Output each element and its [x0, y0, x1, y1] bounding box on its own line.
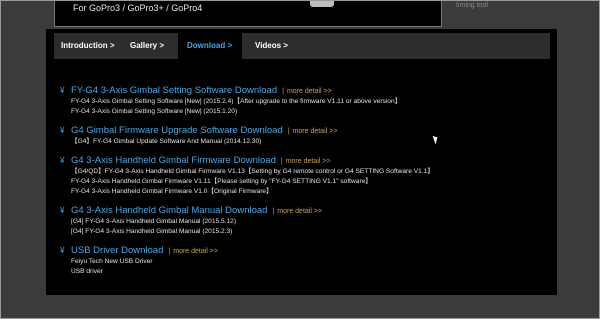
tab-download[interactable]: Download > — [178, 33, 242, 59]
chevron-double-down-icon: ¥ — [60, 206, 65, 215]
download-section: ¥ USB Driver Download | more detail >> F… — [60, 245, 218, 277]
chevron-double-down-icon: ¥ — [60, 86, 65, 95]
tab-videos[interactable]: Videos > — [255, 33, 288, 59]
download-section: ¥ G4 3-Axis Handheld Gimbal Manual Downl… — [60, 205, 322, 237]
tab-bar: Introduction > Gallery > Download > Vide… — [54, 33, 550, 59]
product-banner: For GoPro3 / GoPro3+ / GoPro4 — [54, 1, 442, 27]
side-caption: timing tool — [456, 2, 488, 9]
download-section: ¥ G4 Gimbal Firmware Upgrade Software Do… — [60, 125, 337, 147]
download-item[interactable]: 【G4/QD】FY-G4 3-Axis Handheld Gimbal Firm… — [71, 167, 434, 177]
chevron-double-down-icon: ¥ — [60, 126, 65, 135]
separator: | — [287, 128, 290, 135]
separator: | — [272, 208, 275, 215]
more-detail-link[interactable]: more detail >> — [173, 248, 218, 255]
main-content: Introduction > Gallery > Download > Vide… — [46, 29, 557, 295]
more-detail-link[interactable]: more detail >> — [293, 128, 338, 135]
section-title[interactable]: USB Driver Download — [71, 245, 163, 256]
download-item[interactable]: FY-G4 3-Axis Handheld Gimbal Firmware V1… — [71, 177, 434, 187]
section-title[interactable]: FY-G4 3-Axis Gimbal Setting Software Dow… — [71, 85, 277, 96]
download-item[interactable]: FY-G4 3-Axis Gimbal Setting Software [Ne… — [71, 107, 401, 117]
download-item[interactable]: FY-G4 3-Axis Handheld Gimbal Firmware V1… — [71, 187, 434, 197]
separator: | — [280, 158, 283, 165]
chevron-double-down-icon: ¥ — [60, 156, 65, 165]
more-detail-link[interactable]: more detail >> — [287, 88, 332, 95]
more-detail-link[interactable]: more detail >> — [286, 158, 331, 165]
tab-introduction[interactable]: Introduction > — [61, 33, 115, 59]
browser-frame: For GoPro3 / GoPro3+ / GoPro4 timing too… — [0, 0, 600, 319]
gimbal-image — [310, 1, 334, 7]
download-item[interactable]: 【G4】FY-G4 Gimbal Update Software And Man… — [71, 137, 337, 147]
more-detail-link[interactable]: more detail >> — [277, 208, 322, 215]
separator: | — [168, 248, 171, 255]
tab-gallery[interactable]: Gallery > — [130, 33, 164, 59]
chevron-double-down-icon: ¥ — [60, 246, 65, 255]
section-title[interactable]: G4 3-Axis Handheld Gimbal Manual Downloa… — [71, 205, 267, 216]
section-title[interactable]: G4 Gimbal Firmware Upgrade Software Down… — [71, 125, 283, 136]
download-section: ¥ FY-G4 3-Axis Gimbal Setting Software D… — [60, 85, 401, 117]
download-item[interactable]: Feiyu Tech New USB Driver — [71, 257, 218, 267]
download-item[interactable]: [G4] FY-G4 3-Axis Handheld Gimbal Manual… — [71, 227, 322, 237]
download-item[interactable]: FY-G4 3-Axis Gimbal Setting Software [Ne… — [71, 97, 401, 107]
separator: | — [282, 88, 284, 95]
download-item[interactable]: [G4] FY-G4 3-Axis Handheld Gimbal Manual… — [71, 217, 322, 227]
banner-caption: For GoPro3 / GoPro3+ / GoPro4 — [73, 3, 203, 13]
download-section: ¥ G4 3-Axis Handheld Gimbal Firmware Dow… — [60, 155, 434, 197]
download-item[interactable]: USB driver — [71, 267, 218, 277]
section-title[interactable]: G4 3-Axis Handheld Gimbal Firmware Downl… — [71, 155, 276, 166]
